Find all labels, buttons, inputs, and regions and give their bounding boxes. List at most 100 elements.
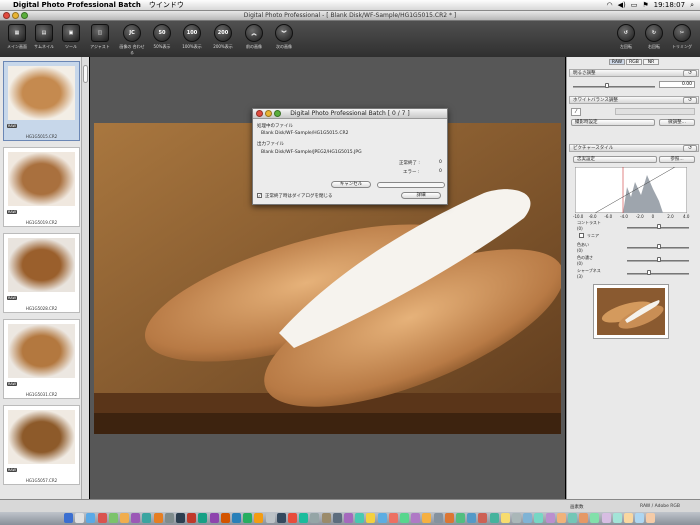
toolbar-button-6[interactable]: 100 100%表示 [178,24,206,50]
filmstrip-item[interactable]: RAW HG1G5028.CR2 [3,233,80,313]
dock-app-icon[interactable] [612,513,622,523]
dock-app-icon[interactable] [64,513,73,523]
details-button[interactable]: 詳細 [401,192,441,199]
dock-app-icon[interactable] [601,513,611,523]
saturation-slider-knob[interactable] [657,257,661,262]
dock-app-icon[interactable] [265,513,275,523]
dock-app-icon[interactable] [120,513,129,523]
dock-app-icon[interactable] [388,513,398,523]
brightness-reset-button[interactable]: ↺ [683,70,697,77]
dock-app-icon[interactable] [220,513,230,523]
filmstrip-item[interactable]: RAW HG1G5031.CR2 [3,319,80,399]
volume-icon[interactable]: ◀) [618,1,626,9]
toolbar-button-8[interactable]: ︽ 前の画像 [240,24,268,50]
dock-app-icon[interactable] [131,513,141,523]
dock-app-icon[interactable] [108,513,118,523]
dock-app-icon[interactable] [288,513,297,523]
dock-app-icon[interactable] [456,513,465,523]
toolbar-right-button-0[interactable]: ↺ 左回転 [612,24,640,50]
scrollbar-thumb[interactable] [83,65,88,83]
eyedropper-icon[interactable]: ⁄ [571,108,581,116]
brightness-slider-knob[interactable] [605,83,609,88]
clock[interactable]: 19:18:07 [654,1,685,9]
dock-app-icon[interactable] [366,513,376,523]
toolbar-button-5[interactable]: 50 50%表示 [148,24,176,50]
wifi-icon[interactable]: ◠ [606,1,612,9]
dock-app-icon[interactable] [176,513,185,523]
dock-app-icon[interactable] [164,513,174,523]
cancel-button[interactable]: キャンセル [331,181,371,188]
wb-fine-tune-button[interactable]: 微調整... [659,119,695,126]
picture-style-reset-button[interactable]: ↺ [683,145,697,152]
picture-style-select[interactable]: 忠実設定 [573,156,657,163]
dock-app-icon[interactable] [512,513,521,523]
dock-app-icon[interactable] [243,513,253,523]
tab-nr[interactable]: NR [643,59,659,65]
filmstrip-scrollbar[interactable] [81,57,89,499]
dock-app-icon[interactable] [545,513,555,523]
toolbar-right-button-1[interactable]: ↻ 右回転 [640,24,668,50]
dock-app-icon[interactable] [523,513,533,523]
window-menu[interactable]: ウインドウ [149,0,184,10]
filmstrip-item[interactable]: RAW HG1G5015.CR2 [3,61,80,141]
toolbar-right-button-2[interactable]: ✂ トリミング [668,24,696,50]
toolbar-button-1[interactable]: ▤ サムネイル [30,24,58,50]
dock-app-icon[interactable] [310,513,320,523]
dock-app-icon[interactable] [142,513,152,523]
tone-curve-histogram[interactable] [575,167,687,213]
wb-preset-select[interactable]: 撮影時設定 [571,119,655,126]
picture-style-browse-button[interactable]: 参照... [659,156,695,163]
brightness-slider[interactable] [573,86,655,88]
dock-app-icon[interactable] [209,513,219,523]
dock-app-icon[interactable] [400,513,409,523]
dock-app-icon[interactable] [232,513,241,523]
toolbar-button-4[interactable]: JC 画像の 合わせる [118,24,146,56]
contrast-slider-knob[interactable] [657,224,661,229]
dock-app-icon[interactable] [635,513,645,523]
toolbar-button-7[interactable]: 200 200%表示 [209,24,237,50]
dock-app-icon[interactable] [198,513,208,523]
filmstrip-item[interactable]: RAW HG1G5057.CR2 [3,405,80,485]
brightness-value-field[interactable]: 0.00 [659,81,695,88]
dock-app-icon[interactable] [579,513,589,523]
filmstrip-item[interactable]: RAW HG1G5019.CR2 [3,147,80,227]
dock-app-icon[interactable] [276,513,286,523]
wb-reset-button[interactable]: ↺ [683,97,697,104]
dock-app-icon[interactable] [444,513,454,523]
toolbar-button-0[interactable]: ▦ メイン画面 [3,24,31,50]
tab-rgb[interactable]: RGB [626,59,642,65]
linear-checkbox[interactable] [579,233,584,238]
dock-app-icon[interactable] [344,513,353,523]
toolbar-button-9[interactable]: ︾ 次の画像 [270,24,298,50]
dock-app-icon[interactable] [377,513,387,523]
dock-app-icon[interactable] [556,513,566,523]
toolbar-button-3[interactable]: ◫ アジャスト [86,24,114,50]
tab-raw[interactable]: RAW [609,59,625,65]
dock-app-icon[interactable] [534,513,544,523]
hue-slider-knob[interactable] [657,244,661,249]
wb-preset-icons[interactable] [615,108,695,115]
dock-app-icon[interactable] [500,513,510,523]
sharpness-slider[interactable] [627,273,689,275]
flag-icon[interactable]: ⚑ [642,1,648,9]
dock-app-icon[interactable] [590,513,600,523]
toolbar-button-2[interactable]: ▣ ツール [57,24,85,50]
dock-app-icon[interactable] [75,513,85,523]
dock-app-icon[interactable] [187,513,197,523]
dock-app-icon[interactable] [254,513,264,523]
dock-app-icon[interactable] [478,513,488,523]
dock-app-icon[interactable] [489,513,499,523]
dock-app-icon[interactable] [646,513,656,523]
dock-app-icon[interactable] [97,513,107,523]
dock-app-icon[interactable] [355,513,365,523]
dock-app-icon[interactable] [568,513,577,523]
app-menu[interactable]: Digital Photo Professional Batch [13,1,141,9]
sharpness-slider-knob[interactable] [647,270,651,275]
spotlight-icon[interactable]: ⌕ [690,1,694,10]
close-on-finish-checkbox[interactable]: ✓ [257,193,262,198]
dock-app-icon[interactable] [153,513,163,523]
dock-app-icon[interactable] [624,513,633,523]
dock-app-icon[interactable] [433,513,443,523]
battery-icon[interactable]: ▭ [631,1,638,9]
dock-app-icon[interactable] [411,513,421,523]
